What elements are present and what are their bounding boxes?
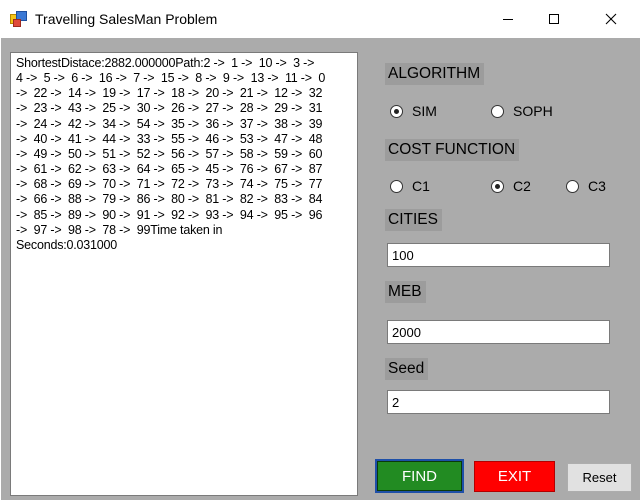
seed-label: Seed xyxy=(385,358,429,380)
radio-c2[interactable]: C2 xyxy=(491,178,531,194)
radio-c3-indicator xyxy=(566,179,579,193)
radio-c3-label: C3 xyxy=(588,178,606,194)
maximize-button[interactable] xyxy=(531,0,577,38)
output-line: ShortestDistace:2882.000000Path:2 -> 1 -… xyxy=(16,56,315,70)
window-title: Travelling SalesMan Problem xyxy=(35,11,218,27)
exit-button[interactable]: EXIT xyxy=(474,461,555,492)
meb-input[interactable] xyxy=(387,320,610,344)
radio-soph-label: SOPH xyxy=(513,103,553,119)
find-button[interactable]: FIND xyxy=(375,459,464,493)
output-line: -> 49 -> 50 -> 51 -> 52 -> 56 -> 57 -> 5… xyxy=(16,146,323,161)
exit-button-label: EXIT xyxy=(497,468,532,485)
close-button[interactable] xyxy=(588,0,634,38)
find-button-label: FIND xyxy=(402,467,437,485)
output-line: Seconds:0.031000 xyxy=(16,237,118,252)
radio-c2-label: C2 xyxy=(513,178,531,194)
radio-c3[interactable]: C3 xyxy=(566,178,606,194)
radio-c1-label: C1 xyxy=(412,178,430,194)
radio-sim-label: SIM xyxy=(412,103,437,119)
cities-label: CITIES xyxy=(385,209,442,231)
result-output-box[interactable]: ShortestDistace:2882.000000Path:2 -> 1 -… xyxy=(10,52,358,496)
close-icon xyxy=(605,13,617,25)
radio-c1-indicator xyxy=(390,179,403,193)
output-line: -> 66 -> 88 -> 79 -> 86 -> 80 -> 81 -> 8… xyxy=(16,192,323,207)
output-line: -> 61 -> 62 -> 63 -> 64 -> 65 -> 45 -> 7… xyxy=(16,162,323,177)
minimize-button[interactable] xyxy=(485,0,531,38)
radio-soph[interactable]: SOPH xyxy=(491,103,553,119)
output-line: -> 97 -> 98 -> 78 -> 99Time taken in xyxy=(16,222,223,237)
meb-label: MEB xyxy=(385,281,426,303)
reset-button[interactable]: Reset xyxy=(567,463,632,492)
cities-input[interactable] xyxy=(387,243,610,267)
output-line: -> 24 -> 42 -> 34 -> 54 -> 35 -> 36 -> 3… xyxy=(16,116,323,131)
title-bar[interactable]: Travelling SalesMan Problem xyxy=(0,0,641,38)
reset-button-label: Reset xyxy=(582,470,617,485)
output-line: -> 22 -> 14 -> 19 -> 17 -> 18 -> 20 -> 2… xyxy=(16,86,323,101)
app-window-icon xyxy=(10,11,27,27)
output-line: -> 68 -> 69 -> 70 -> 71 -> 72 -> 73 -> 7… xyxy=(16,177,323,192)
form-client-area: ShortestDistace:2882.000000Path:2 -> 1 -… xyxy=(1,38,640,500)
output-line: -> 23 -> 43 -> 25 -> 30 -> 26 -> 27 -> 2… xyxy=(16,101,323,116)
radio-sim-indicator xyxy=(390,104,403,118)
minimize-icon xyxy=(503,19,513,20)
maximize-icon xyxy=(549,14,559,24)
output-line: -> 85 -> 89 -> 90 -> 91 -> 92 -> 93 -> 9… xyxy=(16,207,323,222)
seed-input[interactable] xyxy=(387,390,610,414)
output-line: 4 -> 5 -> 6 -> 16 -> 7 -> 15 -> 8 -> 9 -… xyxy=(16,71,326,86)
cost-function-label: COST FUNCTION xyxy=(385,139,520,161)
radio-c1[interactable]: C1 xyxy=(390,178,430,194)
output-line: -> 40 -> 41 -> 44 -> 33 -> 55 -> 46 -> 5… xyxy=(16,131,323,146)
radio-soph-indicator xyxy=(491,104,504,118)
algorithm-label: ALGORITHM xyxy=(385,63,485,85)
radio-sim[interactable]: SIM xyxy=(390,103,437,119)
radio-c2-indicator xyxy=(491,179,504,193)
